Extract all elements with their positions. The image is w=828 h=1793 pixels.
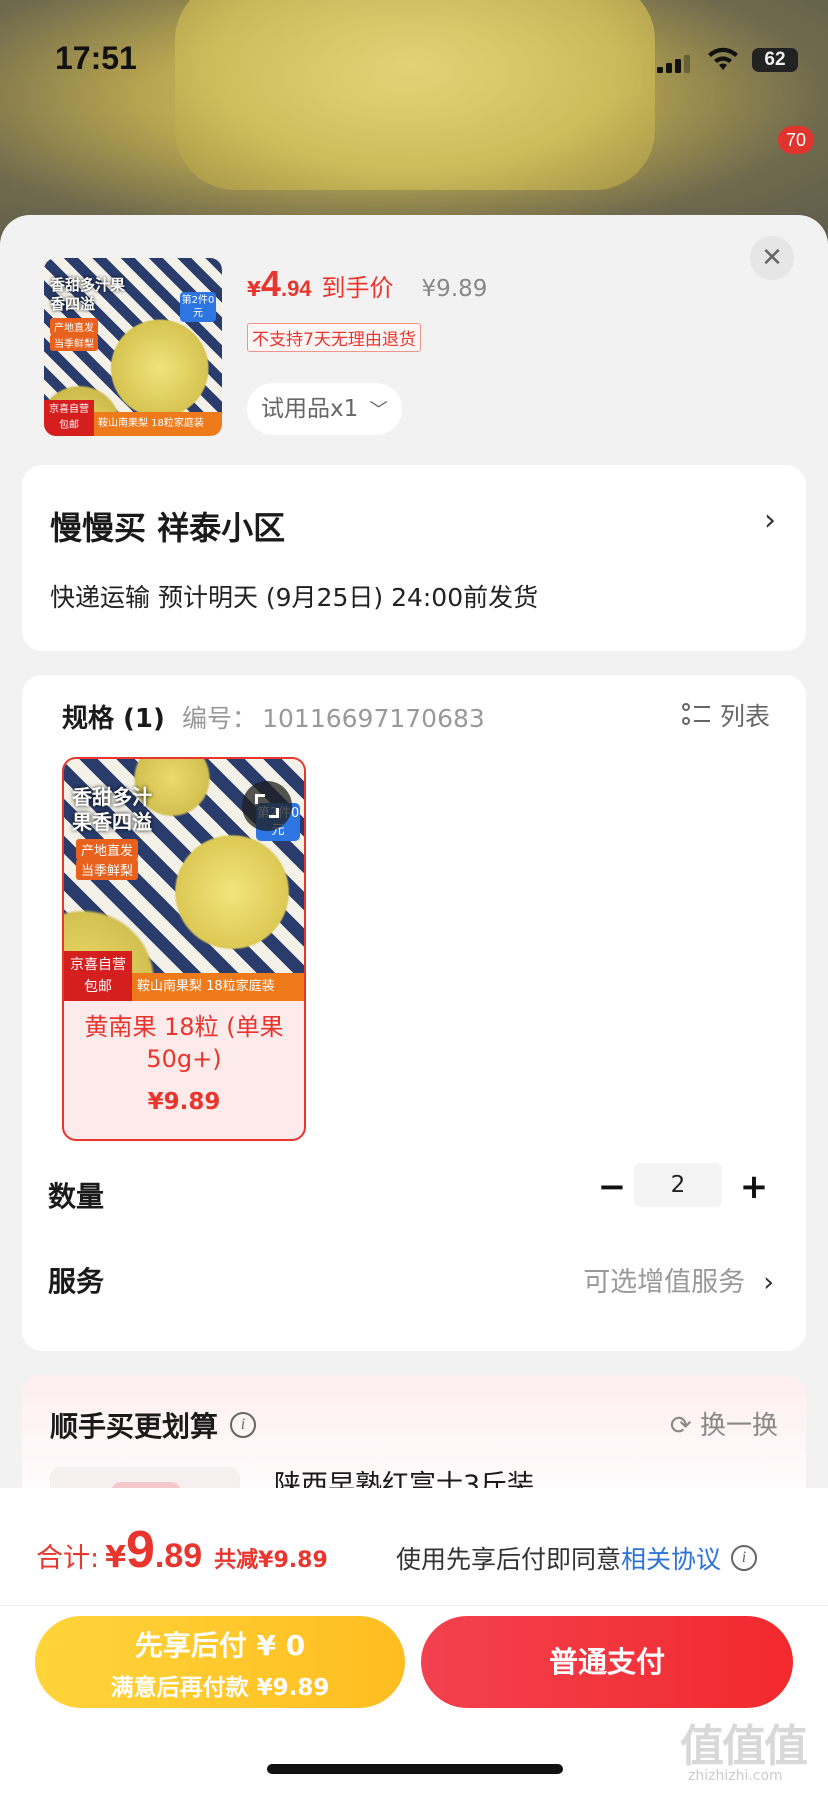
total-decimal: .89: [154, 1537, 203, 1575]
chevron-down-icon: ﹀: [369, 400, 388, 421]
spec-label: 规格 (1): [62, 704, 165, 734]
sku-name: 黄南果 18粒 (单果50g+): [84, 1013, 284, 1073]
total-label: 合计:: [36, 1543, 100, 1574]
wifi-icon: [708, 47, 738, 70]
normal-pay-button[interactable]: 普通支付: [421, 1616, 793, 1708]
price-label: 到手价: [321, 274, 394, 302]
recommend-title: 顺手买更划算 i: [50, 1405, 257, 1445]
quantity-plus-button[interactable]: +: [734, 1167, 774, 1207]
thumb-tag: 产地直发: [50, 318, 98, 335]
spec-code: 10116697170683: [262, 704, 485, 733]
product-thumbnail[interactable]: 香甜多汁果香四溢 产地直发 当季鲜梨 第2件0元 京喜自营 包邮 鞍山南果梨 1…: [44, 258, 222, 436]
quantity-minus-button[interactable]: −: [592, 1167, 632, 1207]
service-label: 服务: [48, 1265, 105, 1298]
sku-image: 香甜多汁果香四溢 产地直发 当季鲜梨 第2件0元 京喜自营 包邮 鞍山南果梨 1…: [64, 759, 304, 1001]
agreement-text: 使用先享后付即同意 相关协议 i: [396, 1540, 758, 1576]
watermark-text: 值值值: [680, 1721, 808, 1772]
total-discount: 共减¥9.89: [214, 1548, 328, 1573]
sku-jd-badge: 京喜自营 包邮: [64, 951, 132, 1001]
sku-image-title: 香甜多汁果香四溢: [72, 785, 152, 834]
info-icon[interactable]: i: [731, 1545, 758, 1571]
list-toggle-label: 列表: [719, 702, 770, 731]
list-icon: [681, 701, 710, 729]
pay-later-button[interactable]: 先享后付 ¥ 0 满意后再付款 ¥9.89: [35, 1616, 405, 1708]
sku-image-tag: 当季鲜梨: [76, 859, 139, 880]
product-header: 香甜多汁果香四溢 产地直发 当季鲜梨 第2件0元 京喜自营 包邮 鞍山南果梨 1…: [0, 215, 828, 465]
spec-header: 规格 (1) 编号： 10116697170683: [62, 698, 485, 735]
service-value: 可选增值服务: [583, 1267, 746, 1298]
close-icon: ✕: [761, 243, 783, 273]
address-title: 慢慢买 祥泰小区: [50, 509, 286, 547]
thumb-jd-badge: 京喜自营 包邮: [44, 400, 94, 436]
thumb-tag: 当季鲜梨: [50, 334, 98, 351]
agreement-link[interactable]: 相关协议: [621, 1540, 721, 1576]
total-integer: 9: [125, 1521, 155, 1579]
price-decimal: .94: [280, 276, 312, 301]
chevron-right-icon: ›: [763, 1267, 774, 1298]
watermark-logo: 值值值 zhizhizhi.com: [680, 1704, 828, 1793]
refresh-button[interactable]: ⟳ 换一换: [670, 1405, 778, 1442]
total-row: 合计: ¥ 9 .89 共减¥9.89 使用先享后付即同意 相关协议 i: [0, 1488, 828, 1606]
original-price: ¥9.89: [421, 276, 488, 302]
quantity-input[interactable]: 2: [634, 1163, 722, 1207]
thumb-title: 香甜多汁果香四溢: [50, 276, 126, 313]
trial-option-select[interactable]: 试用品x1 ﹀: [247, 383, 402, 435]
info-icon[interactable]: i: [230, 1412, 257, 1438]
thumb-corner-badge: 第2件0元: [180, 292, 216, 322]
sku-image-tag: 产地直发: [76, 839, 139, 860]
recommend-title-text: 顺手买更划算: [50, 1410, 219, 1443]
pay-later-label: 先享后付 ¥ 0: [134, 1629, 306, 1662]
trial-option-label: 试用品x1: [261, 396, 359, 422]
total-currency: ¥: [105, 1540, 126, 1575]
battery-icon: 62: [752, 48, 798, 72]
expand-icon[interactable]: [242, 781, 292, 831]
sku-option[interactable]: 香甜多汁果香四溢 产地直发 当季鲜梨 第2件0元 京喜自营 包邮 鞍山南果梨 1…: [62, 757, 306, 1141]
spec-code-label: 编号：: [182, 704, 258, 733]
sku-price: ¥9.89: [147, 1089, 221, 1115]
status-bar: 17:51 62: [0, 0, 828, 120]
service-selector[interactable]: 可选增值服务 ›: [583, 1260, 774, 1299]
spec-card: 规格 (1) 编号： 10116697170683 列表 香甜多汁果香四溢 产地…: [22, 675, 806, 1351]
thumb-strip: 鞍山南果梨 18粒家庭装: [94, 412, 222, 436]
price-currency: ¥: [247, 277, 261, 301]
status-time: 17:51: [55, 40, 137, 76]
price-integer: 4: [260, 263, 281, 304]
refresh-icon: ⟳: [669, 1411, 692, 1441]
watermark-url: zhizhizhi.com: [688, 1768, 783, 1784]
sku-strip: 鞍山南果梨 18粒家庭装: [132, 973, 304, 1001]
refresh-label: 换一换: [699, 1411, 778, 1441]
chevron-right-icon: ›: [764, 503, 776, 538]
shipping-info: 快递运输 预计明天 (9月25日) 24:00前发货: [50, 583, 539, 612]
signal-icon: [657, 55, 693, 73]
price-line: ¥ 4 .94 到手价 ¥9.89: [247, 263, 487, 305]
list-view-toggle[interactable]: 列表: [681, 697, 770, 733]
close-button[interactable]: ✕: [750, 236, 794, 280]
home-indicator[interactable]: [267, 1764, 563, 1774]
total-price: 合计: ¥ 9 .89 共减¥9.89: [36, 1520, 328, 1580]
address-card[interactable]: 慢慢买 祥泰小区 › 快递运输 预计明天 (9月25日) 24:00前发货: [22, 465, 806, 651]
notification-badge: 70: [778, 126, 814, 154]
agreement-prefix: 使用先享后付即同意: [396, 1545, 622, 1574]
no-return-badge: 不支持7天无理由退货: [247, 323, 421, 352]
quantity-label: 数量: [48, 1180, 105, 1213]
pay-later-sublabel: 满意后再付款 ¥9.89: [110, 1675, 330, 1701]
